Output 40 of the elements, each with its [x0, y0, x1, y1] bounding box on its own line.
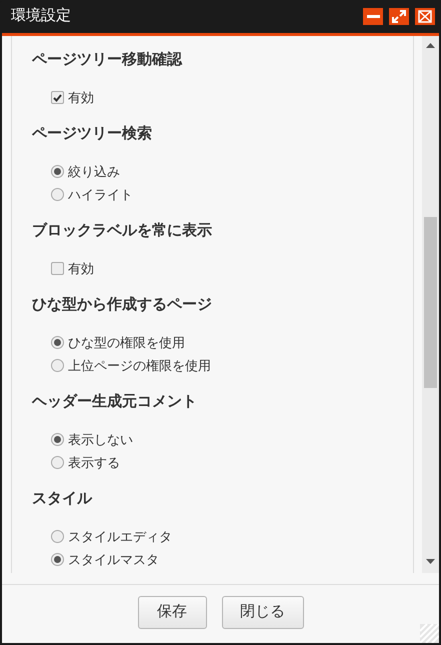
radio-button[interactable]: [51, 188, 64, 201]
checkbox[interactable]: [51, 91, 64, 104]
maximize-button[interactable]: [389, 8, 409, 25]
checkbox-label[interactable]: 有効: [68, 258, 94, 278]
radio-label[interactable]: スタイルマスタ: [68, 550, 159, 570]
radio-label[interactable]: 絞り込み: [68, 162, 120, 182]
radio-button[interactable]: [51, 530, 64, 543]
radio-label[interactable]: ハイライト: [68, 184, 133, 204]
section-heading: スタイル: [32, 489, 92, 509]
minimize-button[interactable]: [363, 8, 383, 25]
window-title: 環境設定: [11, 6, 72, 26]
radio-label[interactable]: 表示する: [68, 452, 120, 472]
expand-icon: [392, 10, 406, 23]
radio-button[interactable]: [51, 336, 64, 349]
radio-label[interactable]: 表示しない: [68, 430, 133, 450]
section-heading: ページツリー移動確認: [32, 50, 182, 70]
section-heading: ひな型から作成するページ: [32, 295, 212, 315]
section-heading: ブロックラベルを常に表示: [32, 221, 212, 241]
dialog-button[interactable]: 閉じる: [222, 596, 304, 629]
scrollbar[interactable]: [422, 36, 439, 573]
close-button[interactable]: [415, 8, 435, 25]
dialog-button[interactable]: 保存: [138, 596, 206, 629]
scroll-down-icon[interactable]: [426, 559, 435, 564]
scroll-up-icon[interactable]: [426, 43, 435, 48]
radio-button[interactable]: [51, 165, 64, 178]
radio-label[interactable]: ひな型の権限を使用: [68, 332, 185, 352]
radio-button[interactable]: [51, 359, 64, 372]
scrollbar-thumb[interactable]: [424, 217, 437, 388]
radio-button[interactable]: [51, 433, 64, 446]
radio-button[interactable]: [51, 553, 64, 566]
minimize-icon: [366, 15, 380, 18]
radio-button[interactable]: [51, 456, 64, 469]
resize-grip-icon[interactable]: [420, 624, 439, 643]
section-heading: ヘッダー生成元コメント: [32, 392, 197, 412]
checkbox[interactable]: [51, 262, 64, 275]
close-icon: [418, 10, 432, 23]
radio-label[interactable]: スタイルエディタ: [68, 526, 172, 546]
checkbox-label[interactable]: 有効: [68, 88, 94, 108]
section-heading: ページツリー検索: [32, 124, 152, 144]
radio-label[interactable]: 上位ページの権限を使用: [68, 356, 211, 376]
